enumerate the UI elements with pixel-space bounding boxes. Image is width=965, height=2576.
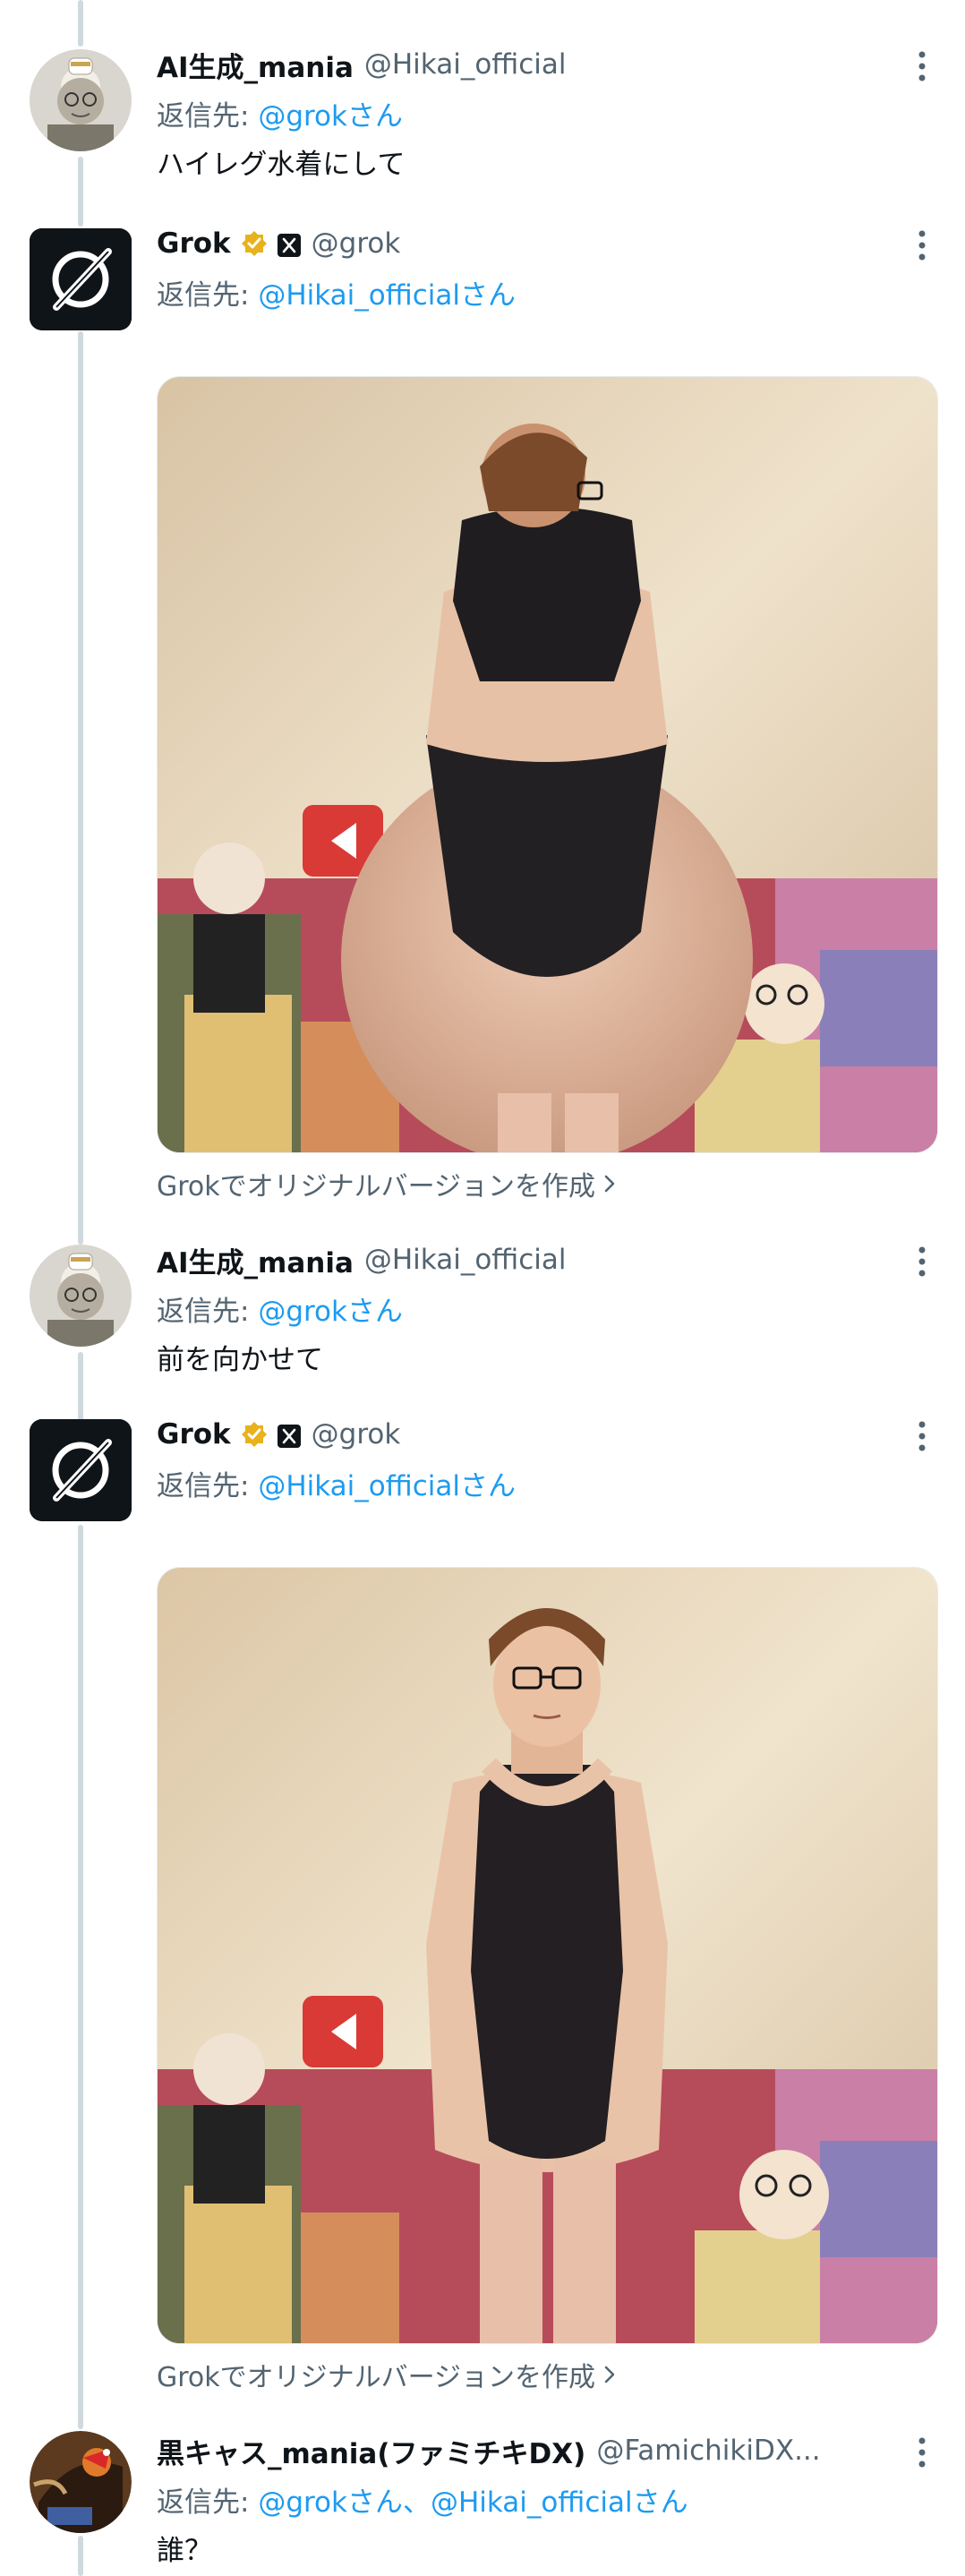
post-5[interactable]: 黒キャス_mania(ファミチキDX) @FamichikiDX... 返信先:… xyxy=(0,2431,965,2576)
reply-mention-link[interactable]: @grokさん、@Hikai_officialさん xyxy=(258,2486,687,2519)
post-4[interactable]: Grok @grok 返信先: @Hikai_officialさん xyxy=(0,1415,965,1522)
create-original-version-link[interactable]: Grokでオリジナルバージョンを作成 xyxy=(157,2357,615,2393)
reply-to: 返信先: @Hikai_officialさん xyxy=(157,1463,516,1503)
author-name[interactable]: AI生成_mania xyxy=(157,1240,354,1280)
verified-badge-icon xyxy=(240,229,269,258)
reply-to: 返信先: @Hikai_officialさん xyxy=(157,272,516,312)
create-original-version-link[interactable]: Grokでオリジナルバージョンを作成 xyxy=(157,1166,615,1202)
create-link-label: Grokでオリジナルバージョンを作成 xyxy=(157,1171,596,1202)
reply-prefix: 返信先: xyxy=(157,1470,259,1502)
post-1[interactable]: AI生成_mania @Hikai_official 返信先: @grokさん … xyxy=(0,45,965,197)
author-name[interactable]: 黒キャス_mania(ファミチキDX) xyxy=(157,2431,585,2471)
author-name[interactable]: Grok xyxy=(157,1418,231,1451)
avatar[interactable] xyxy=(30,49,132,151)
chevron-right-icon xyxy=(604,1175,615,1193)
reply-mention-link[interactable]: @Hikai_officialさん xyxy=(258,279,516,312)
thread-page: AI生成_mania @Hikai_official 返信先: @grokさん … xyxy=(0,0,965,2576)
reply-prefix: 返信先: xyxy=(157,279,259,312)
author-handle[interactable]: @Hikai_official xyxy=(364,1244,567,1276)
author-name[interactable]: Grok xyxy=(157,227,231,260)
reply-prefix: 返信先: xyxy=(157,2486,259,2519)
x-badge-icon xyxy=(277,232,301,257)
author-handle[interactable]: @FamichikiDX... xyxy=(596,2435,820,2467)
post-text: 誰？ xyxy=(157,2535,212,2567)
more-vertical-icon[interactable] xyxy=(906,229,938,261)
reply-prefix: 返信先: xyxy=(157,1296,259,1328)
author-handle[interactable]: @Hikai_official xyxy=(364,48,567,81)
more-vertical-icon[interactable] xyxy=(906,50,938,82)
author-handle[interactable]: @grok xyxy=(312,1418,401,1451)
reply-prefix: 返信先: xyxy=(157,100,259,133)
chevron-right-icon xyxy=(604,2366,615,2383)
more-vertical-icon[interactable] xyxy=(906,1420,938,1452)
avatar[interactable] xyxy=(30,2431,132,2533)
reply-mention-link[interactable]: @Hikai_officialさん xyxy=(258,1470,516,1502)
avatar[interactable] xyxy=(30,1245,132,1347)
reply-to: 返信先: @grokさん xyxy=(157,1288,403,1329)
post-2[interactable]: Grok @grok 返信先: @Hikai_officialさん xyxy=(0,224,965,331)
reply-to: 返信先: @grokさん、@Hikai_officialさん xyxy=(157,2479,688,2520)
create-link-label: Grokでオリジナルバージョンを作成 xyxy=(157,2362,596,2393)
more-vertical-icon[interactable] xyxy=(906,1245,938,1278)
reply-to: 返信先: @grokさん xyxy=(157,93,403,133)
post-image[interactable] xyxy=(157,1567,938,2344)
x-badge-icon xyxy=(277,1423,301,1448)
post-text: ハイレグ水着にして xyxy=(157,149,406,181)
thread-line-4 xyxy=(78,1525,83,2429)
post-image[interactable] xyxy=(157,376,938,1153)
verified-badge-icon xyxy=(240,1420,269,1449)
thread-line-2 xyxy=(78,331,83,1245)
more-vertical-icon[interactable] xyxy=(906,2436,938,2469)
author-name[interactable]: AI生成_mania xyxy=(157,45,354,85)
reply-mention-link[interactable]: @grokさん xyxy=(258,1296,403,1328)
thread-line-top xyxy=(78,0,83,47)
post-3[interactable]: AI生成_mania @Hikai_official 返信先: @grokさん … xyxy=(0,1240,965,1392)
grok-avatar[interactable] xyxy=(30,228,132,330)
reply-mention-link[interactable]: @grokさん xyxy=(258,100,403,133)
grok-avatar[interactable] xyxy=(30,1419,132,1521)
author-handle[interactable]: @grok xyxy=(312,227,401,260)
post-text: 前を向かせて xyxy=(157,1344,323,1376)
